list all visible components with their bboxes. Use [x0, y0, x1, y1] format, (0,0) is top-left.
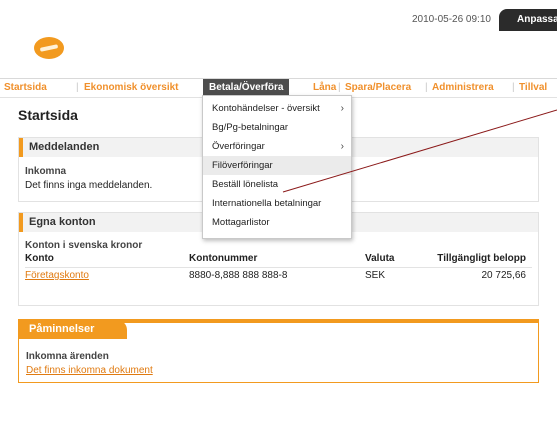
nav-separator: |	[425, 82, 428, 93]
chevron-right-icon: ›	[340, 103, 344, 114]
nav-item-administrera[interactable]: Administrera	[432, 82, 494, 93]
menu-item-label: Överföringar	[212, 141, 265, 152]
account-number: 8880-8,888 888 888-8	[189, 270, 288, 281]
nav-item-lana[interactable]: Låna	[313, 82, 336, 93]
column-header-kontonummer: Kontonummer	[189, 253, 258, 264]
chevron-right-icon: ›	[340, 141, 344, 152]
nav-item-ekonomisk-oversikt[interactable]: Ekonomisk översikt	[84, 82, 178, 93]
nav-item-startsida[interactable]: Startsida	[4, 82, 47, 93]
account-balance: 20 725,66	[481, 270, 527, 281]
bank-logo[interactable]	[34, 37, 64, 59]
menu-item-internationella-betalningar[interactable]: Internationella betalningar	[203, 194, 351, 213]
menu-item-label: Internationella betalningar	[212, 198, 322, 209]
incoming-documents-link[interactable]: Det finns inkomna dokument	[26, 365, 153, 376]
menu-item-mottagarlistor[interactable]: Mottagarlistor	[203, 213, 351, 232]
page-title: Startsida	[18, 107, 78, 123]
nav-separator: |	[338, 82, 341, 93]
nav-item-spara-placera[interactable]: Spara/Placera	[345, 82, 411, 93]
menu-item-label: Beställ lönelista	[212, 179, 279, 190]
table-row: Företagskonto 8880-8,888 888 888-8 SEK 2…	[25, 267, 532, 284]
menu-item-bestall-lonelista[interactable]: Beställ lönelista	[203, 175, 351, 194]
reminders-panel: Påminnelser Inkomna ärenden Det finns in…	[18, 319, 539, 383]
menu-item-label: Mottagarlistor	[212, 217, 270, 228]
menu-item-bgpg-betalningar[interactable]: Bg/Pg-betalningar	[203, 118, 351, 137]
column-header-konto: Konto	[25, 253, 54, 264]
menu-item-label: Bg/Pg-betalningar	[212, 122, 289, 133]
current-datetime: 2010-05-26 09:10	[412, 14, 491, 25]
column-header-valuta: Valuta	[365, 253, 395, 264]
menu-item-filoverforingar[interactable]: Filöverföringar	[203, 156, 351, 175]
menu-item-kontohandelser[interactable]: Kontohändelser - översikt ›	[203, 99, 351, 118]
account-currency: SEK	[365, 270, 386, 281]
nav-item-tillval[interactable]: Tillval	[519, 82, 547, 93]
betala-dropdown-menu: Kontohändelser - översikt › Bg/Pg-betaln…	[202, 95, 352, 239]
customize-button[interactable]: Anpassa	[499, 9, 557, 31]
nav-separator: |	[76, 82, 79, 93]
menu-item-overforingar[interactable]: Överföringar ›	[203, 137, 351, 156]
menu-item-label: Kontohändelser - översikt	[212, 103, 320, 114]
nav-separator: |	[512, 82, 515, 93]
account-link[interactable]: Företagskonto	[25, 270, 89, 281]
column-header-tillgangligt-belopp: Tillgängligt belopp	[437, 253, 526, 264]
accounts-section-title: Konton i svenska kronor	[25, 240, 143, 251]
menu-item-label: Filöverföringar	[212, 160, 273, 171]
reminders-subtitle: Inkomna ärenden	[26, 351, 109, 362]
reminders-tab: Påminnelser	[19, 320, 127, 339]
accounts-table-header: Konto Kontonummer Valuta Tillgängligt be…	[25, 251, 532, 267]
